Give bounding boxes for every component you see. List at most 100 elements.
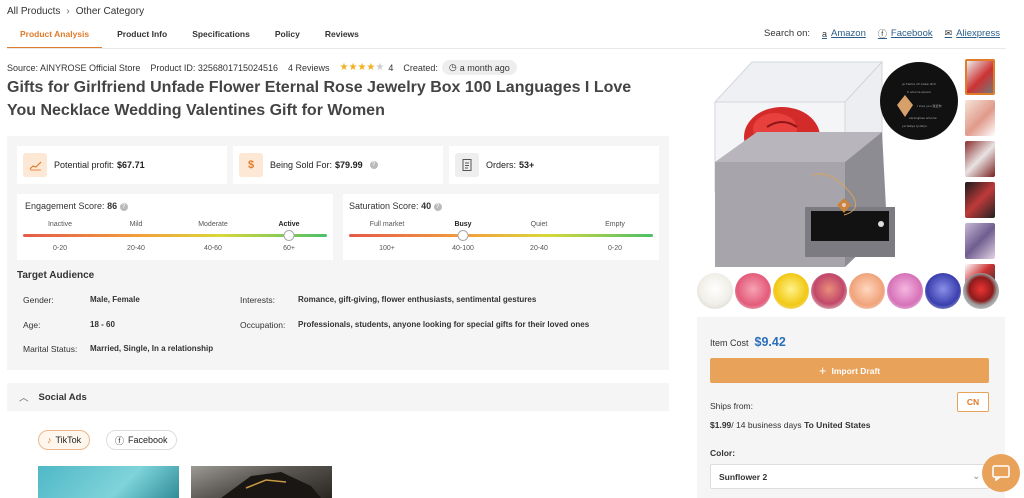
thumbnail-1[interactable] bbox=[965, 59, 995, 95]
swatch-red-rose-box[interactable] bbox=[963, 273, 999, 309]
ad-thumbnail[interactable] bbox=[38, 466, 179, 498]
shipping-days: / 14 business days bbox=[731, 420, 802, 430]
thumbnail-2[interactable] bbox=[965, 100, 995, 136]
tab-bar: Product Analysis Product Info Specificat… bbox=[7, 24, 372, 49]
swatch-pink-rose[interactable] bbox=[735, 273, 771, 309]
purchase-panel: Item Cost $9.42 + Import Draft Ships fro… bbox=[697, 317, 1005, 498]
ad-thumbnail-art bbox=[221, 472, 321, 498]
thumbnail-strip bbox=[965, 59, 995, 288]
color-swatches bbox=[697, 273, 999, 309]
tab-reviews[interactable]: Reviews bbox=[313, 24, 372, 49]
sold-value: $79.99 bbox=[335, 160, 363, 170]
tab-policy[interactable]: Policy bbox=[263, 24, 313, 49]
tab-product-info[interactable]: Product Info bbox=[102, 24, 180, 49]
tiktok-chip[interactable]: ♪ TikTok bbox=[38, 430, 91, 450]
product-main-image[interactable]: je t'aime ich liebe dich ti amo te quier… bbox=[697, 57, 961, 271]
chevron-down-icon: ⌄ bbox=[972, 471, 980, 481]
swatch-yellow-rose[interactable] bbox=[773, 273, 809, 309]
product-id: Product ID: 3256801715024516 bbox=[150, 62, 278, 73]
age-value: 18 - 60 bbox=[90, 320, 115, 329]
thumbnail-5[interactable] bbox=[965, 223, 995, 259]
breadcrumb-category[interactable]: Other Category bbox=[76, 6, 144, 17]
amazon-link[interactable]: a Amazon bbox=[822, 28, 866, 39]
analysis-panel: Potential profit: $67.71 $ Being Sold Fo… bbox=[7, 136, 669, 370]
facebook-chip[interactable]: ⓕ Facebook bbox=[106, 430, 177, 450]
occupation-value: Professionals, students, anyone looking … bbox=[298, 320, 590, 329]
breadcrumb-all-products[interactable]: All Products bbox=[7, 6, 60, 17]
shipping-price: $1.99 bbox=[710, 420, 732, 430]
star-rating-icon: ★★★★★ bbox=[339, 62, 385, 73]
facebook-icon: ⓕ bbox=[115, 435, 125, 446]
engagement-label: Engagement Score: bbox=[25, 201, 105, 211]
gender-label: Gender: bbox=[23, 295, 54, 305]
item-cost-label: Item Cost bbox=[710, 338, 749, 348]
ships-from-label: Ships from: bbox=[710, 401, 753, 411]
review-count[interactable]: 4 Reviews bbox=[288, 63, 330, 73]
level-active: Active bbox=[278, 221, 300, 228]
source-store[interactable]: Source: AINYROSE Official Store bbox=[7, 63, 140, 73]
engagement-score-card: Engagement Score: 86 ? Inactive Mild Mod… bbox=[17, 194, 333, 260]
color-select-value: Sunflower 2 bbox=[719, 472, 768, 482]
import-draft-label: Import Draft bbox=[831, 365, 881, 376]
marital-value: Married, Single, In a relationship bbox=[90, 344, 214, 353]
chat-button[interactable] bbox=[982, 454, 1020, 492]
interests-label: Interests: bbox=[240, 295, 275, 305]
swatch-light-pink-rose[interactable] bbox=[887, 273, 923, 309]
social-ads-header[interactable]: ︿ Social Ads bbox=[7, 383, 669, 411]
tab-divider bbox=[7, 48, 1006, 49]
product-meta: Source: AINYROSE Official Store Product … bbox=[7, 60, 517, 75]
saturation-slider-knob bbox=[457, 230, 469, 241]
profit-value: $67.71 bbox=[117, 160, 145, 170]
swatch-champagne-rose[interactable] bbox=[849, 273, 885, 309]
tab-specifications[interactable]: Specifications bbox=[180, 24, 263, 49]
aliexpress-link[interactable]: ✉ Aliexpress bbox=[945, 28, 1000, 39]
svg-text:ti amo te quiero: ti amo te quiero bbox=[907, 90, 931, 94]
tab-product-analysis[interactable]: Product Analysis bbox=[7, 24, 103, 49]
chevron-right-icon: › bbox=[66, 6, 70, 17]
svg-text:je t'aime ich liebe dich: je t'aime ich liebe dich bbox=[901, 82, 936, 86]
social-ads-title: Social Ads bbox=[38, 391, 87, 403]
help-icon[interactable]: ? bbox=[119, 202, 128, 211]
range-20-40: 20-40 bbox=[530, 245, 548, 252]
import-draft-button[interactable]: + Import Draft bbox=[710, 358, 989, 383]
amazon-icon: a bbox=[822, 28, 828, 39]
saturation-gradient-bar bbox=[349, 234, 653, 237]
amazon-link-label: Amazon bbox=[831, 28, 866, 39]
help-icon[interactable]: ? bbox=[369, 161, 378, 169]
target-audience-title: Target Audience bbox=[17, 270, 95, 281]
color-label: Color: bbox=[710, 448, 736, 458]
tiktok-icon: ♪ bbox=[47, 435, 52, 445]
level-busy: Busy bbox=[454, 221, 472, 228]
thumbnail-4[interactable] bbox=[965, 182, 995, 218]
swatch-white-rose[interactable] bbox=[697, 273, 733, 309]
range-100-plus: 100+ bbox=[379, 245, 395, 252]
breadcrumb: All Products › Other Category bbox=[7, 6, 144, 17]
svg-text:I love you 我爱你: I love you 我爱你 bbox=[917, 103, 942, 108]
thumbnail-3[interactable] bbox=[965, 141, 995, 177]
facebook-link[interactable]: ⓕ Facebook bbox=[878, 27, 933, 40]
help-icon[interactable]: ? bbox=[433, 202, 442, 211]
swatch-blue-rose[interactable] bbox=[925, 273, 961, 309]
saturation-title: Saturation Score: 40 ? bbox=[349, 201, 442, 211]
engagement-slider-knob bbox=[283, 230, 295, 241]
swatch-multicolor-rose[interactable] bbox=[811, 273, 847, 309]
level-moderate: Moderate bbox=[198, 221, 228, 228]
chevron-up-icon[interactable]: ︿ bbox=[19, 390, 29, 404]
color-select[interactable]: Sunflower 2 ⌄ bbox=[710, 464, 989, 489]
occupation-label: Occupation: bbox=[240, 320, 286, 330]
range-60-plus: 60+ bbox=[283, 245, 295, 252]
ships-from-cn-button[interactable]: CN bbox=[957, 392, 989, 412]
range-40-60: 40-60 bbox=[204, 245, 222, 252]
saturation-label: Saturation Score: bbox=[349, 201, 419, 211]
search-on-links: Search on: a Amazon ⓕ Facebook ✉ Aliexpress bbox=[764, 27, 1006, 40]
search-on-label: Search on: bbox=[764, 28, 810, 39]
gender-value: Male, Female bbox=[90, 295, 140, 304]
ad-thumbnail[interactable] bbox=[191, 466, 332, 498]
dollar-icon: $ bbox=[239, 153, 263, 177]
shipping-destination: To United States bbox=[804, 420, 871, 430]
profit-label: Potential profit: bbox=[54, 160, 115, 170]
svg-text:saranghae amo-te: saranghae amo-te bbox=[909, 116, 937, 120]
level-full-market: Full market bbox=[369, 221, 405, 228]
level-inactive: Inactive bbox=[47, 221, 73, 228]
orders-value: 53+ bbox=[519, 160, 535, 170]
